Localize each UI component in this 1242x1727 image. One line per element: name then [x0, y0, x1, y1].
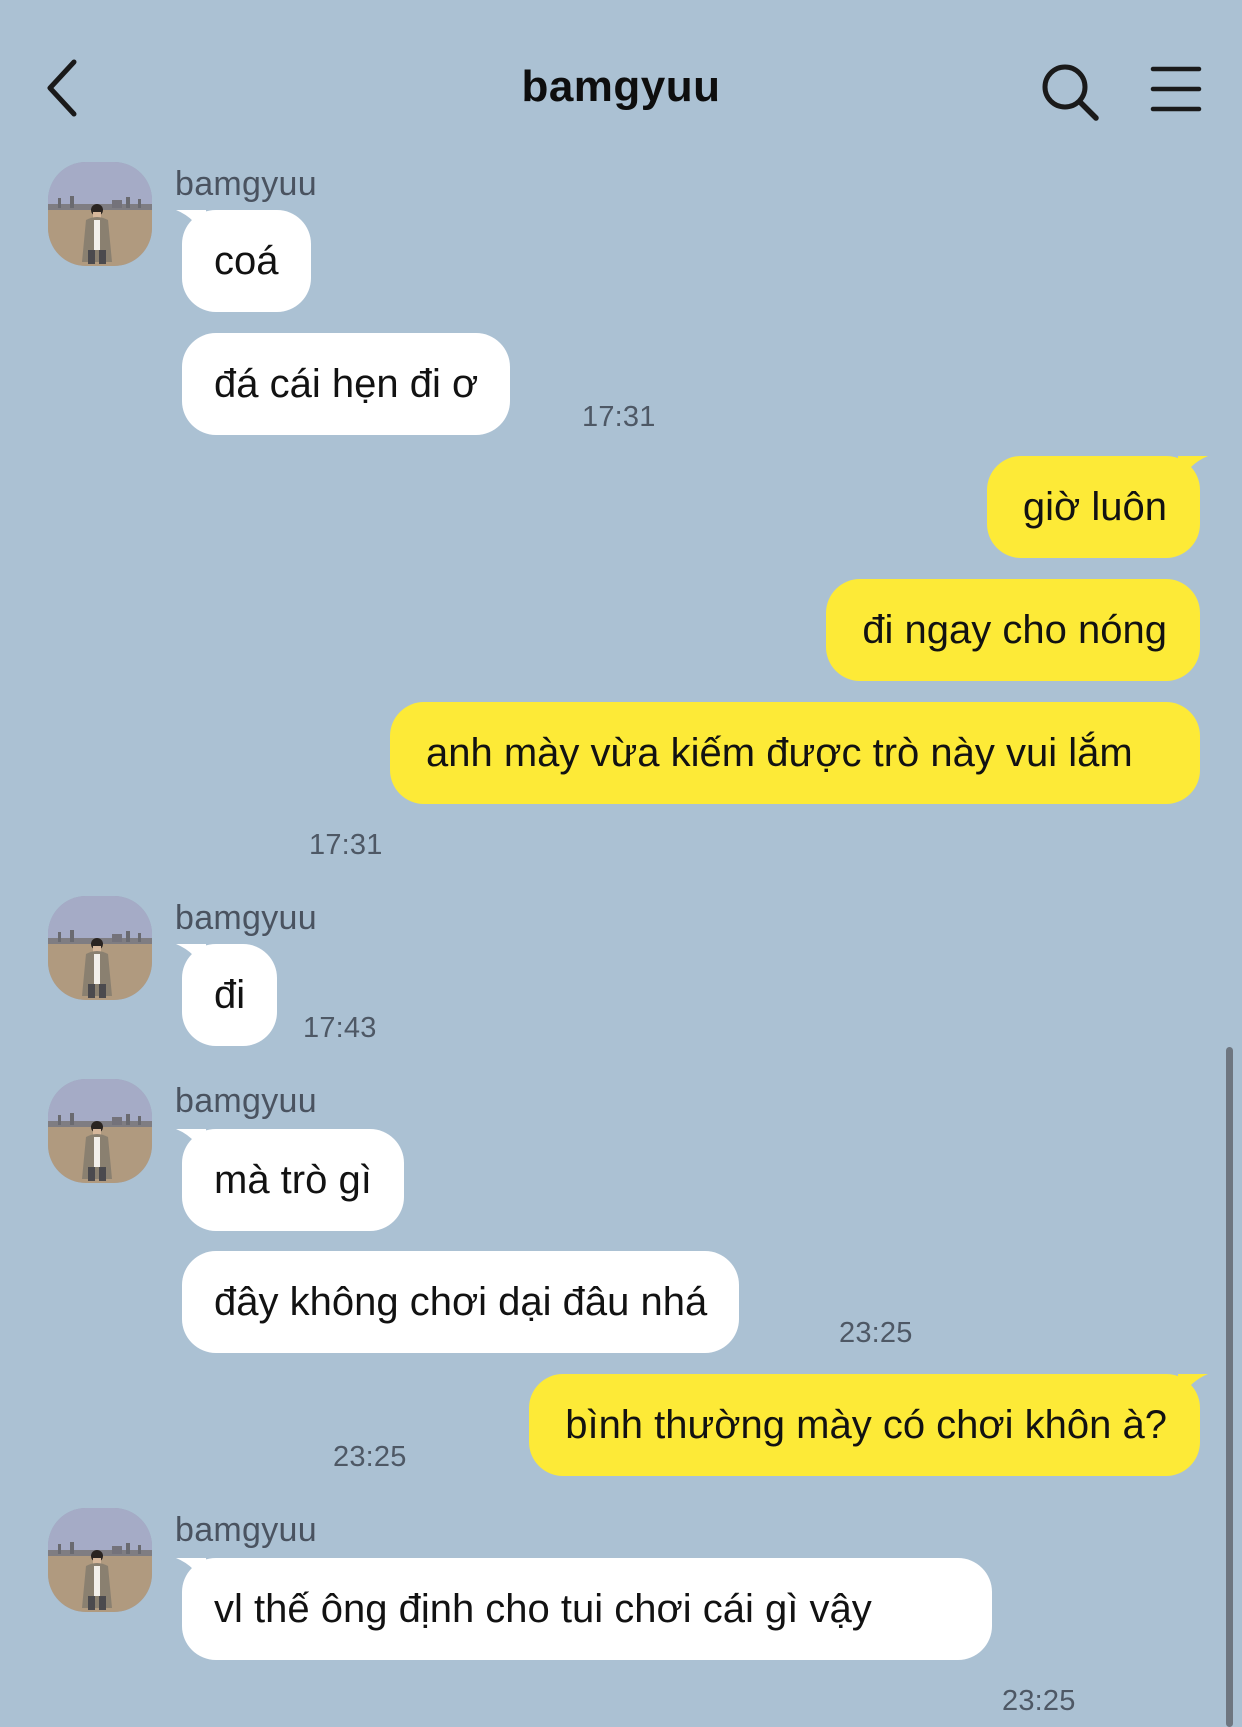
bubble-tail: [1178, 1374, 1208, 1404]
search-icon: [1042, 64, 1099, 121]
sender-name: bamgyuu: [175, 899, 317, 937]
avatar-image: [48, 162, 152, 266]
avatar-image: [48, 1508, 152, 1612]
avatar-image: [48, 896, 152, 1000]
message-bubble-incoming[interactable]: đá cái hẹn đi ơ: [182, 333, 511, 435]
avatar[interactable]: [48, 896, 152, 1000]
hamburger-menu-icon: [1150, 66, 1202, 112]
sender-name: bamgyuu: [175, 1511, 317, 1549]
menu-button[interactable]: [1150, 64, 1202, 114]
chat-header: bamgyuu: [0, 0, 1242, 170]
message-bubble-incoming[interactable]: đây không chơi dại đâu nhá: [182, 1251, 740, 1353]
message-bubble-outgoing[interactable]: bình thường mày có chơi khôn à?: [529, 1374, 1208, 1476]
message-time: 17:43: [303, 1012, 377, 1044]
message-time: 23:25: [1002, 1685, 1076, 1717]
avatar[interactable]: [48, 162, 152, 266]
message-bubble-incoming[interactable]: mà trò gì: [176, 1129, 404, 1231]
bubble-tail: [176, 1129, 206, 1159]
message-text: anh mày vừa kiếm được trò này vui lắm: [426, 731, 1133, 775]
avatar-image: [48, 1079, 152, 1183]
message-text: mà trò gì: [214, 1158, 372, 1202]
bubble-tail: [1178, 456, 1208, 486]
message-text: vl thế ông định cho tui chơi cái gì vậy: [214, 1587, 872, 1631]
scrollbar[interactable]: [1226, 1047, 1233, 1727]
message-time: 23:25: [333, 1441, 407, 1473]
sender-name: bamgyuu: [175, 1082, 317, 1120]
message-text: đi ngay cho nóng: [862, 608, 1167, 652]
message-text: giờ luôn: [1022, 485, 1167, 529]
message-time: 23:25: [839, 1317, 913, 1349]
message-text: coá: [214, 239, 279, 283]
avatar[interactable]: [48, 1508, 152, 1612]
search-button[interactable]: [1040, 62, 1100, 122]
message-bubble-incoming[interactable]: vl thế ông định cho tui chơi cái gì vậy: [176, 1558, 992, 1660]
message-text: bình thường mày có chơi khôn à?: [565, 1403, 1167, 1447]
message-text: đá cái hẹn đi ơ: [214, 362, 479, 406]
bubble-tail: [176, 1558, 206, 1588]
message-bubble-outgoing[interactable]: giờ luôn: [986, 456, 1208, 558]
message-bubble-outgoing[interactable]: anh mày vừa kiếm được trò này vui lắm: [390, 702, 1200, 804]
sender-name: bamgyuu: [175, 165, 317, 203]
message-bubble-incoming[interactable]: đi: [176, 944, 278, 1046]
message-time: 17:31: [582, 401, 656, 433]
bubble-tail: [176, 944, 206, 974]
message-bubble-incoming[interactable]: coá: [176, 210, 311, 312]
message-text: đi: [214, 973, 246, 1017]
message-text: đây không chơi dại đâu nhá: [214, 1280, 708, 1324]
message-bubble-outgoing[interactable]: đi ngay cho nóng: [826, 579, 1200, 681]
message-time: 17:31: [309, 829, 383, 861]
avatar[interactable]: [48, 1079, 152, 1183]
bubble-tail: [176, 210, 206, 240]
